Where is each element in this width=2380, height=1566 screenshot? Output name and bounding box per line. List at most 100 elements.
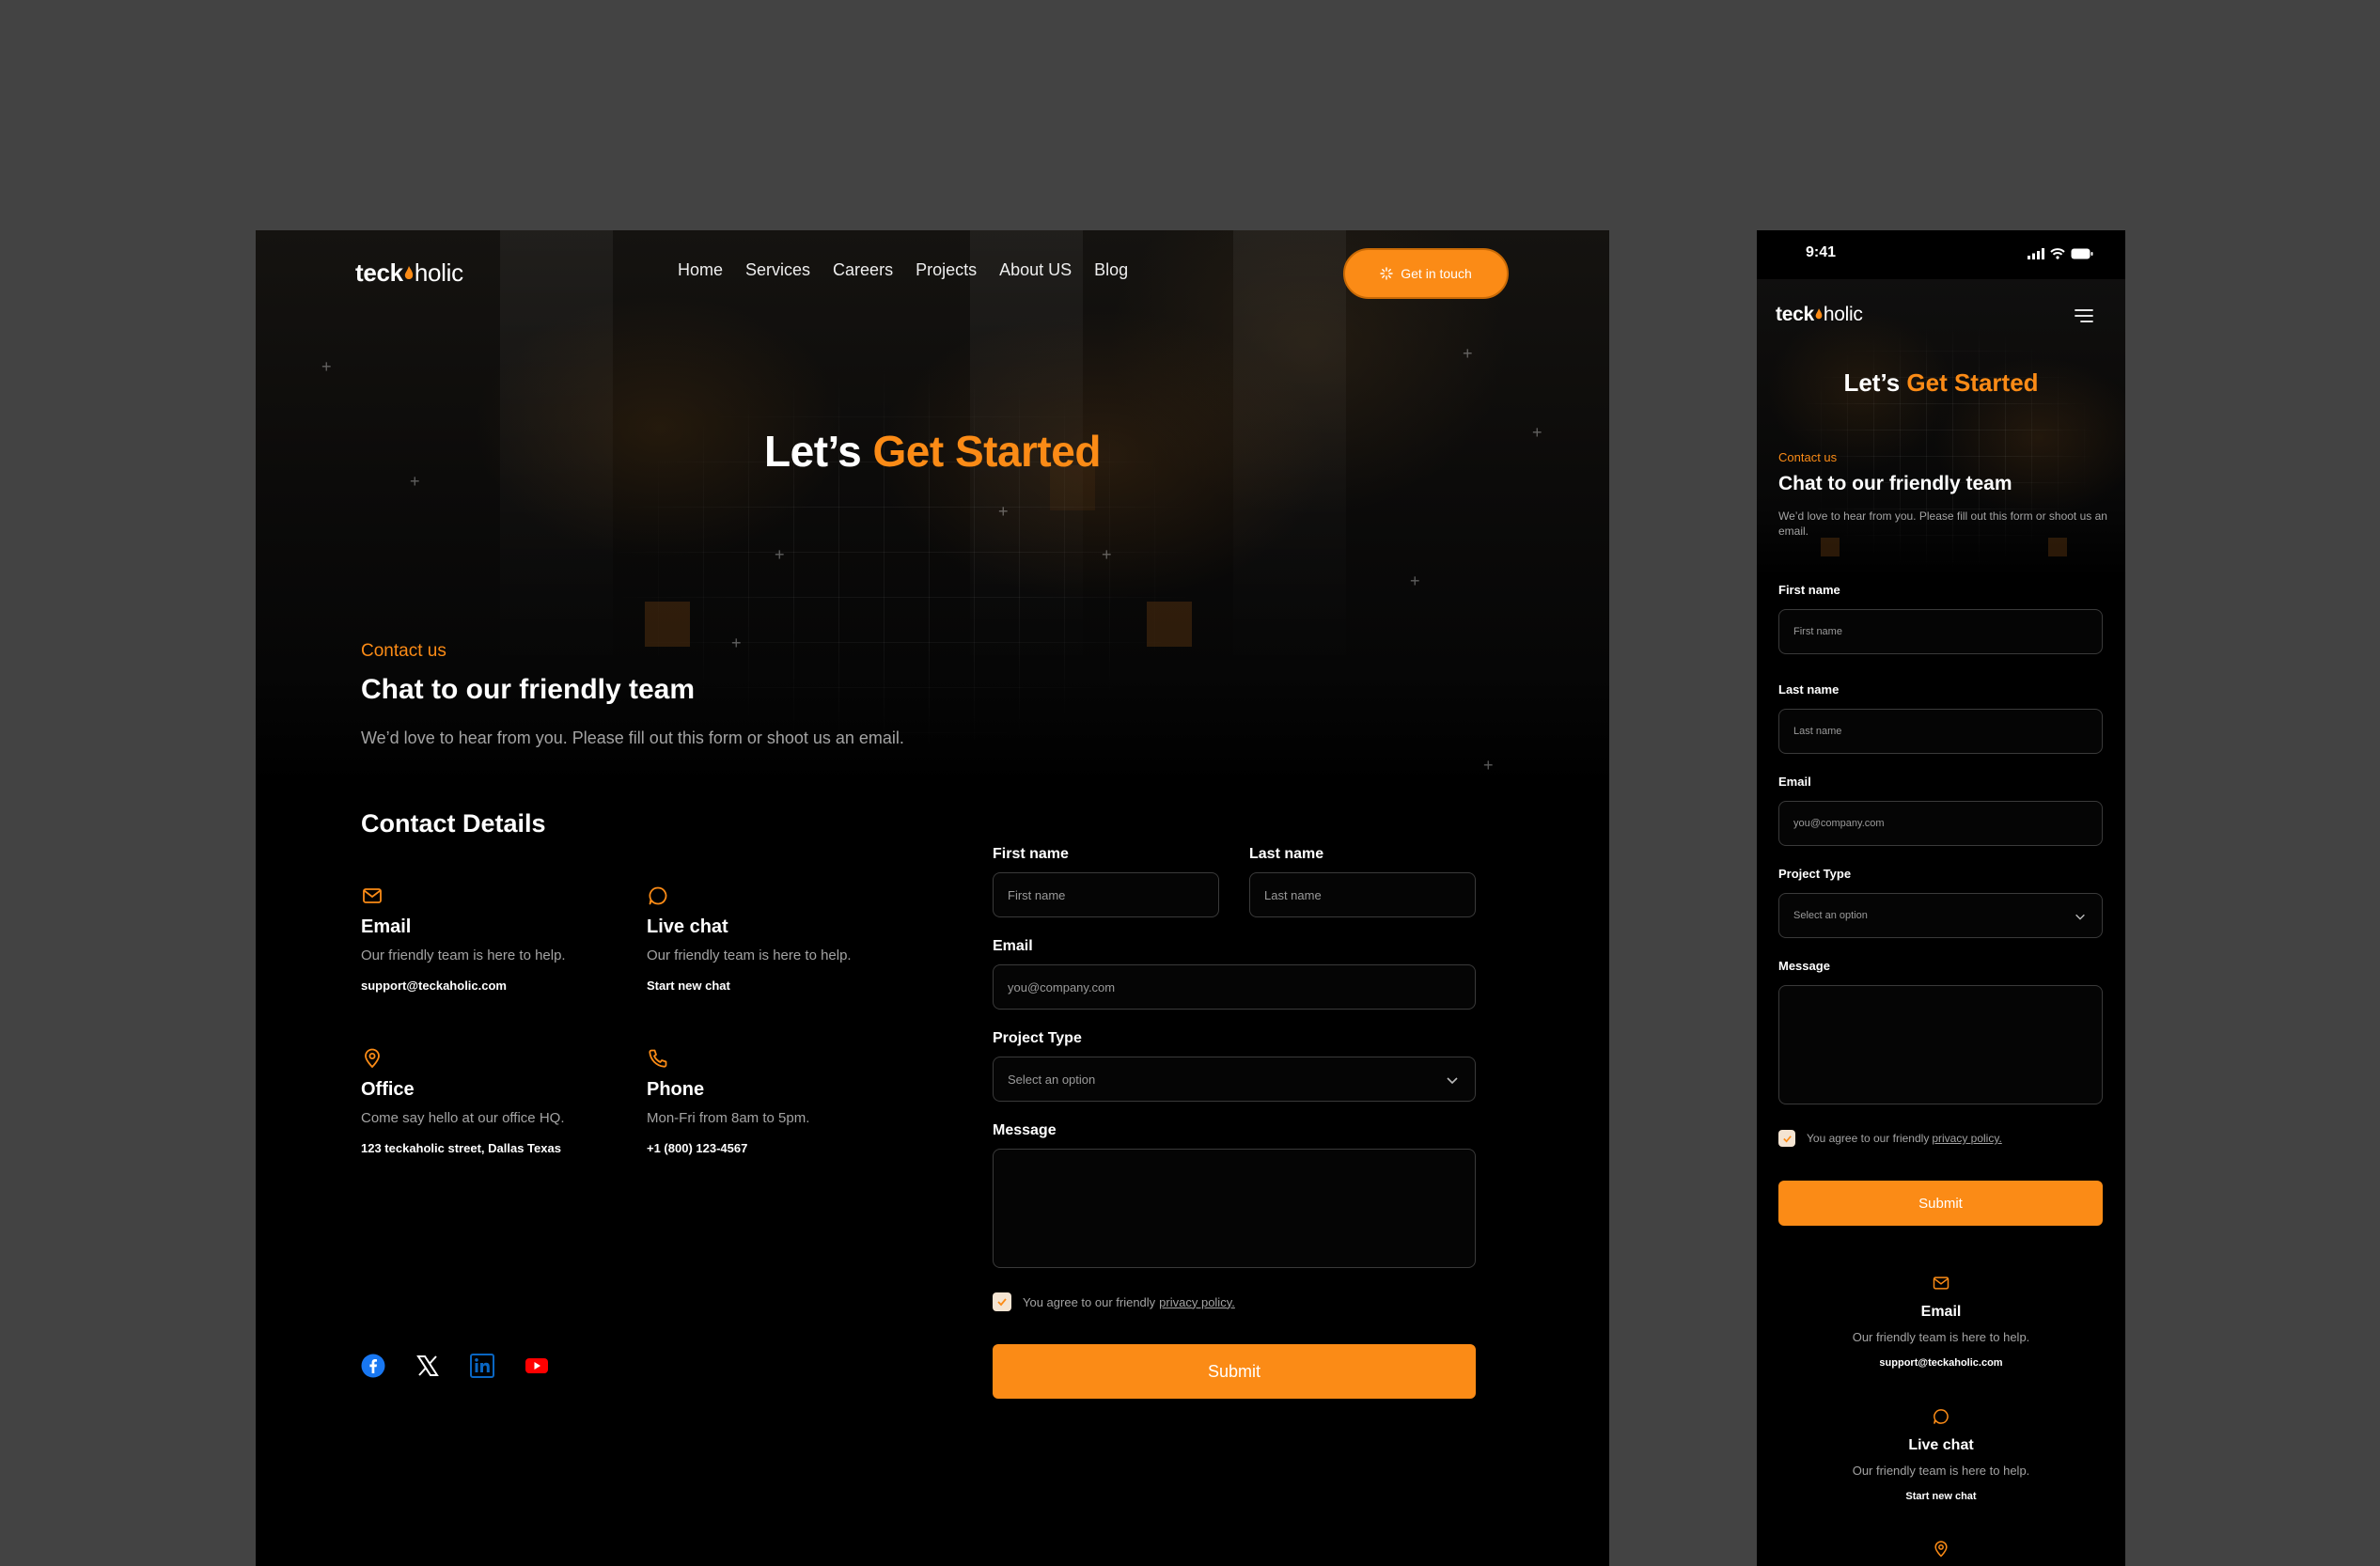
contact-title: Chat to our friendly team xyxy=(361,674,696,705)
detail-title: Phone xyxy=(647,1079,705,1100)
mobile-message-textarea[interactable] xyxy=(1778,985,2103,1104)
logo-text-right: holic xyxy=(1823,304,1863,325)
phone-icon xyxy=(649,1049,667,1068)
nav-link-about[interactable]: About US xyxy=(999,260,1072,280)
status-time: 9:41 xyxy=(1806,244,1837,260)
sparkle-icon: + xyxy=(998,502,1009,521)
check-icon xyxy=(1782,1135,1792,1142)
glow-square xyxy=(645,602,690,647)
last-name-input[interactable]: Last name xyxy=(1249,872,1476,917)
chevron-down-icon xyxy=(1447,1077,1458,1085)
logo-text-right: holic xyxy=(414,258,463,287)
detail-title: Office xyxy=(361,1079,415,1100)
sparkle-icon: + xyxy=(321,357,332,376)
privacy-agree-row: You agree to our friendly privacy policy. xyxy=(993,1292,1235,1311)
check-icon xyxy=(997,1298,1007,1307)
privacy-agree-text: You agree to our friendly xyxy=(1023,1294,1156,1309)
mobile-hero-title: Let’s Get Started xyxy=(1757,368,2125,398)
message-label: Message xyxy=(993,1122,1057,1138)
first-name-placeholder: First name xyxy=(1008,887,1066,902)
facebook-icon[interactable] xyxy=(361,1354,385,1378)
x-icon[interactable] xyxy=(415,1354,440,1378)
nav-link-projects[interactable]: Projects xyxy=(916,260,977,280)
nav-link-careers[interactable]: Careers xyxy=(833,260,893,280)
map-pin-icon xyxy=(365,1048,380,1069)
sparkle-icon: + xyxy=(731,634,742,652)
project-type-select[interactable]: Select an option xyxy=(993,1057,1476,1102)
mobile-detail-office xyxy=(1757,1540,2125,1558)
top-nav: teck holic Home Services Careers Project… xyxy=(256,230,1609,317)
mobile-message-label: Message xyxy=(1778,959,1830,973)
mobile-submit-button[interactable]: Submit xyxy=(1778,1181,2103,1226)
flame-icon xyxy=(404,266,414,279)
mobile-email-input[interactable]: you@company.com xyxy=(1778,801,2103,846)
mobile-project-type-select[interactable]: Select an option xyxy=(1778,893,2103,938)
last-name-label: Last name xyxy=(1249,846,1324,862)
detail-live-chat: Live chat Our friendly team is here to h… xyxy=(647,885,919,993)
detail-desc: Our friendly team is here to help. xyxy=(361,947,566,963)
email-link[interactable]: support@teckaholic.com xyxy=(361,979,634,993)
flame-icon xyxy=(1815,308,1823,320)
first-name-placeholder: First name xyxy=(1793,626,1842,637)
brand-logo[interactable]: teck holic xyxy=(355,258,463,288)
nav-link-services[interactable]: Services xyxy=(745,260,810,280)
phone-link[interactable]: +1 (800) 123-4567 xyxy=(647,1141,919,1155)
youtube-icon[interactable] xyxy=(525,1354,549,1378)
privacy-checkbox[interactable] xyxy=(993,1292,1011,1311)
start-chat-link[interactable]: Start new chat xyxy=(1757,1491,2125,1502)
hero-title-accent: Get Started xyxy=(872,427,1101,476)
hero-title-plain: Let’s xyxy=(764,427,862,476)
mobile-last-name-input[interactable]: Last name xyxy=(1778,709,2103,754)
mobile-email-label: Email xyxy=(1778,775,1811,789)
mobile-detail-live-chat: Live chat Our friendly team is here to h… xyxy=(1757,1407,2125,1502)
sparkle-icon xyxy=(1380,267,1393,280)
message-textarea[interactable] xyxy=(993,1149,1476,1268)
detail-email: Email Our friendly team is here to help.… xyxy=(361,885,634,993)
office-address[interactable]: 123 teckaholic street, Dallas Texas xyxy=(361,1141,634,1155)
get-in-touch-label: Get in touch xyxy=(1401,266,1472,281)
detail-title: Live chat xyxy=(1908,1437,1974,1453)
menu-icon[interactable] xyxy=(2074,307,2094,324)
detail-title: Email xyxy=(1920,1304,1962,1320)
chat-icon xyxy=(649,886,667,905)
social-links xyxy=(361,1354,549,1378)
email-placeholder: you@company.com xyxy=(1793,818,1885,829)
glow-square xyxy=(1821,538,1840,556)
contact-details-title: Contact Details xyxy=(361,809,546,838)
project-type-value: Select an option xyxy=(1793,910,1868,921)
sparkle-icon: + xyxy=(1483,756,1494,775)
privacy-policy-link[interactable]: privacy policy. xyxy=(1932,1132,2001,1145)
linkedin-icon[interactable] xyxy=(470,1354,494,1378)
email-label: Email xyxy=(993,938,1033,954)
detail-desc: Our friendly team is here to help. xyxy=(647,947,852,963)
detail-title: Live chat xyxy=(647,916,728,937)
get-in-touch-button[interactable]: Get in touch xyxy=(1343,248,1509,299)
submit-label: Submit xyxy=(1918,1195,1963,1212)
project-type-value: Select an option xyxy=(1008,1072,1096,1087)
desktop-frame: + + + + + + + + + + teck holic Home Serv… xyxy=(256,230,1609,1566)
sparkle-icon: + xyxy=(1102,545,1112,564)
detail-desc: Mon-Fri from 8am to 5pm. xyxy=(647,1110,810,1126)
first-name-input[interactable]: First name xyxy=(993,872,1219,917)
last-name-placeholder: Last name xyxy=(1264,887,1322,902)
wifi-icon xyxy=(2050,248,2065,259)
email-input[interactable]: you@company.com xyxy=(993,964,1476,1010)
mobile-brand-logo[interactable]: teck holic xyxy=(1776,304,1863,326)
mobile-first-name-label: First name xyxy=(1778,583,1840,597)
mobile-contact-title: Chat to our friendly team xyxy=(1778,473,2012,494)
start-chat-link[interactable]: Start new chat xyxy=(647,979,919,993)
chevron-down-icon xyxy=(2075,914,2085,920)
nav-link-home[interactable]: Home xyxy=(678,260,723,280)
email-link[interactable]: support@teckaholic.com xyxy=(1757,1357,2125,1369)
email-placeholder: you@company.com xyxy=(1008,979,1116,994)
submit-button[interactable]: Submit xyxy=(993,1344,1476,1399)
mobile-last-name-label: Last name xyxy=(1778,682,1840,697)
glow-square xyxy=(2048,538,2067,556)
glow-square xyxy=(1147,602,1192,647)
mobile-detail-email: Email Our friendly team is here to help.… xyxy=(1757,1274,2125,1369)
mobile-first-name-input[interactable]: First name xyxy=(1778,609,2103,654)
privacy-policy-link[interactable]: privacy policy. xyxy=(1159,1295,1235,1309)
mobile-privacy-checkbox[interactable] xyxy=(1778,1130,1795,1147)
nav-link-blog[interactable]: Blog xyxy=(1094,260,1128,280)
signal-icon xyxy=(2028,248,2044,259)
